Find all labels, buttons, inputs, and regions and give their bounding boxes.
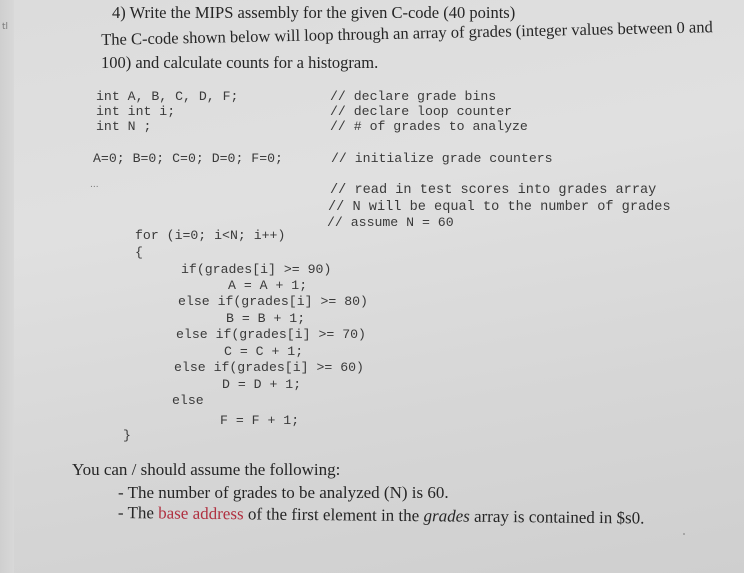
code-declaration: int A, B, C, D, F; — [96, 89, 239, 104]
code-comment: // read in test scores into grades array — [330, 183, 657, 198]
code-init: A=0; B=0; C=0; D=0; F=0; — [93, 151, 283, 166]
code-comment: // N will be equal to the number of grad… — [328, 200, 671, 215]
assumption-text: array is contained in $s0. — [469, 506, 645, 528]
paper-speck — [683, 533, 685, 535]
code-loop-line: if(grades[i] >= 90) — [181, 262, 332, 277]
code-loop-line: A = A + 1; — [228, 278, 308, 293]
code-declaration: int N ; — [96, 119, 152, 134]
code-ellipsis: ... — [90, 180, 99, 190]
code-loop-line: else — [172, 393, 204, 408]
grades-italic: grades — [423, 506, 470, 526]
code-loop-line: else if(grades[i] >= 80) — [178, 294, 368, 309]
assumption-text: - The — [117, 503, 159, 523]
code-loop-line: C = C + 1; — [224, 344, 304, 359]
code-loop-line: } — [123, 428, 131, 443]
code-loop-line: else if(grades[i] >= 70) — [176, 327, 366, 342]
code-loop-line: D = D + 1; — [222, 377, 302, 392]
code-loop-line: F = F + 1; — [220, 413, 300, 428]
code-loop-line: { — [135, 245, 143, 260]
adjacent-page-edge: tl — [0, 0, 14, 573]
code-loop-line: for (i=0; i<N; i++) — [135, 228, 286, 243]
code-loop-line: B = B + 1; — [226, 311, 306, 326]
assumptions-heading: You can / should assume the following: — [72, 460, 341, 479]
assumption-text: of the first element in the — [243, 504, 424, 526]
assumption-item: - The base address of the first element … — [118, 503, 645, 529]
assumption-item: - The number of grades to be analyzed (N… — [118, 483, 449, 502]
code-loop-line: else if(grades[i] >= 60) — [174, 360, 364, 375]
code-declaration: int int i; — [96, 104, 176, 119]
question-title: 4) Write the MIPS assembly for the given… — [112, 3, 516, 22]
code-comment: // declare grade bins — [330, 89, 497, 104]
code-comment: // initialize grade counters — [331, 151, 553, 166]
code-comment: // # of grades to analyze — [330, 119, 528, 134]
base-address-highlight: base address — [158, 503, 244, 524]
edge-text: tl — [2, 22, 9, 32]
question-intro-line-2: 100) and calculate counts for a histogra… — [101, 53, 379, 72]
document-page: tl 4) Write the MIPS assembly for the gi… — [0, 0, 744, 573]
code-comment: // assume N = 60 — [327, 215, 454, 230]
code-comment: // declare loop counter — [330, 104, 513, 119]
